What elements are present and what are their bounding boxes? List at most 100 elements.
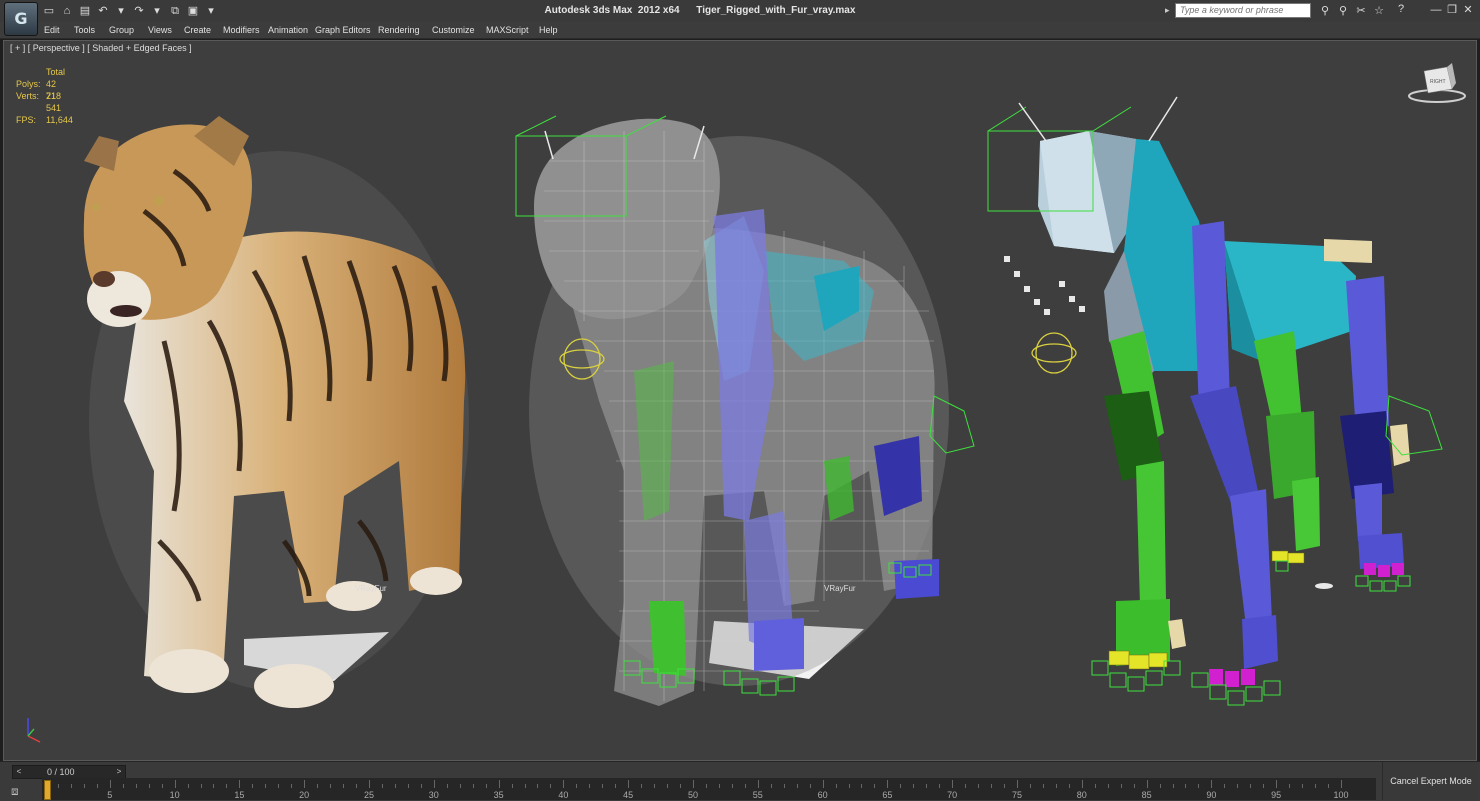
timeline-tick xyxy=(1211,780,1213,788)
mini-curve-editor-icon[interactable]: ⧈ xyxy=(11,784,19,799)
tiger-bone-rig[interactable] xyxy=(987,96,1443,706)
timeline-tick xyxy=(1146,780,1148,788)
timeline-tick xyxy=(472,784,474,788)
open-folder-icon[interactable]: ⌂ xyxy=(58,3,76,19)
timeline-tick xyxy=(731,784,733,788)
timeline-tick xyxy=(213,784,215,788)
project-folder-icon[interactable]: ▣ xyxy=(184,3,202,19)
timeline-bar: < 0 / 100 > ⧈ 5 10 15 20 25 30 35 40 45 50 55 60 65 7… xyxy=(0,761,1480,801)
tiger-wireframe-model[interactable]: VRayFur xyxy=(515,115,975,706)
save-icon[interactable]: ▤ xyxy=(76,3,94,19)
timeline-tick xyxy=(718,784,720,788)
new-file-icon[interactable]: ▭ xyxy=(40,3,58,19)
timeline-tick xyxy=(187,784,189,788)
binoculars-icon[interactable]: ⚲ xyxy=(1316,3,1334,19)
timeline-tick xyxy=(783,784,785,788)
timeline-tick-label: 20 xyxy=(299,790,310,800)
tools-icon[interactable]: ✂ xyxy=(1352,3,1370,19)
timeline-tick xyxy=(913,784,915,788)
timeline-tick xyxy=(667,784,669,788)
timeline-tick xyxy=(291,784,293,788)
fps-label: FPS: xyxy=(16,115,37,125)
timeline-tick xyxy=(1029,784,1031,788)
timeline-tick xyxy=(446,784,448,788)
quick-access-dropdown-icon[interactable]: ▾ xyxy=(202,3,220,19)
menu-customize[interactable]: Customize xyxy=(432,22,475,38)
cancel-expert-mode-button[interactable]: Cancel Expert Mode xyxy=(1382,762,1479,800)
timeline-tick xyxy=(576,784,578,788)
menu-modifiers[interactable]: Modifiers xyxy=(223,22,260,38)
perspective-viewport[interactable]: VRayFur VRayFur RIGHT [+] [Perspectiv… xyxy=(3,40,1477,761)
menu-animation[interactable]: Animation xyxy=(268,22,308,38)
tiger-fur-model[interactable]: VRayFur xyxy=(83,116,469,708)
redo-icon[interactable]: ↷ xyxy=(130,3,148,19)
viewport-label[interactable]: [ + ] [ Perspective ] [ Shaded + Edged F… xyxy=(10,43,192,53)
menu-help[interactable]: Help xyxy=(539,22,558,38)
timeline-tick xyxy=(835,784,837,788)
time-slider[interactable]: < 0 / 100 > xyxy=(12,765,126,779)
timeline-tick xyxy=(1341,780,1342,788)
menu-create[interactable]: Create xyxy=(184,22,211,38)
time-next-button[interactable]: > xyxy=(113,766,125,778)
timeline-tick xyxy=(265,784,267,788)
timeline-tick xyxy=(641,784,643,788)
menu-views[interactable]: Views xyxy=(148,22,172,38)
timeline-tick xyxy=(705,784,707,788)
timeline-tick xyxy=(1017,780,1018,788)
menu-maxscript[interactable]: MAXScript xyxy=(486,22,529,38)
help-icon[interactable]: ? xyxy=(1398,3,1404,15)
timeline-tick-label: 65 xyxy=(882,790,893,800)
vrayfur-label-2: VRayFur xyxy=(824,584,856,593)
timeline-tick-label: 10 xyxy=(169,790,180,800)
timeline-tick xyxy=(1315,784,1317,788)
timeline-tick-label: 60 xyxy=(817,790,828,800)
timeline-tick-label: 55 xyxy=(752,790,763,800)
timeline-tick xyxy=(1042,784,1044,788)
timeline-tick xyxy=(1133,784,1135,788)
redo-dropdown-icon[interactable]: ▾ xyxy=(148,3,166,19)
timeline-tick xyxy=(109,780,111,788)
timeline-tick xyxy=(563,780,565,788)
quick-access-toolbar: ▭ ⌂ ▤ ↶ ▾ ↷ ▾ ⧉ ▣ ▾ xyxy=(40,3,220,19)
close-icon[interactable]: ✕ xyxy=(1460,2,1476,18)
infocenter-toolbar: ⚲ ⚲ ✂ ☆ xyxy=(1316,3,1388,19)
time-cursor[interactable] xyxy=(44,780,51,800)
time-prev-button[interactable]: < xyxy=(13,766,25,778)
timeline-tick xyxy=(589,784,591,788)
viewcube[interactable]: RIGHT xyxy=(1408,63,1466,103)
timeline-tick xyxy=(433,780,435,788)
menu-bar: Edit Tools Group Views Create Modifiers … xyxy=(0,22,1480,39)
search-expand-icon[interactable]: ▸ xyxy=(1165,5,1170,16)
menu-tools[interactable]: Tools xyxy=(74,22,95,38)
star-icon[interactable]: ☆ xyxy=(1370,3,1388,19)
timeline-tick xyxy=(952,780,954,788)
timeline-tick xyxy=(991,784,993,788)
timeline-tick xyxy=(96,784,98,788)
menu-graph-editors[interactable]: Graph Editors xyxy=(315,22,371,38)
search-input[interactable] xyxy=(1175,3,1311,18)
application-button[interactable]: G xyxy=(4,2,38,36)
timeline-tick xyxy=(122,784,124,788)
menu-rendering[interactable]: Rendering xyxy=(378,22,420,38)
timeline-ruler[interactable]: 5 10 15 20 25 30 35 40 45 50 55 60 65 70 75 80 85 90 95 100 xyxy=(42,778,1376,800)
timeline-tick-label: 50 xyxy=(687,790,699,800)
timeline-tick xyxy=(1068,784,1070,788)
timeline-tick xyxy=(381,784,383,788)
minimize-icon[interactable]: — xyxy=(1428,2,1444,18)
binoculars-alt-icon[interactable]: ⚲ xyxy=(1334,3,1352,19)
axis-tripod xyxy=(27,718,41,743)
timeline-tick xyxy=(161,784,163,788)
timeline-tick-label: 100 xyxy=(1333,790,1349,800)
hold-icon[interactable]: ⧉ xyxy=(166,3,184,19)
timeline-tick xyxy=(226,784,228,788)
timeline-tick xyxy=(420,784,422,788)
menu-edit[interactable]: Edit xyxy=(44,22,60,38)
timeline-tick xyxy=(1250,784,1252,788)
undo-dropdown-icon[interactable]: ▾ xyxy=(112,3,130,19)
timeline-tick xyxy=(304,780,306,788)
restore-icon[interactable]: ❐ xyxy=(1444,2,1460,18)
timeline-tick xyxy=(770,784,772,788)
menu-group[interactable]: Group xyxy=(109,22,134,38)
timeline-tick xyxy=(459,784,461,788)
undo-icon[interactable]: ↶ xyxy=(94,3,112,19)
